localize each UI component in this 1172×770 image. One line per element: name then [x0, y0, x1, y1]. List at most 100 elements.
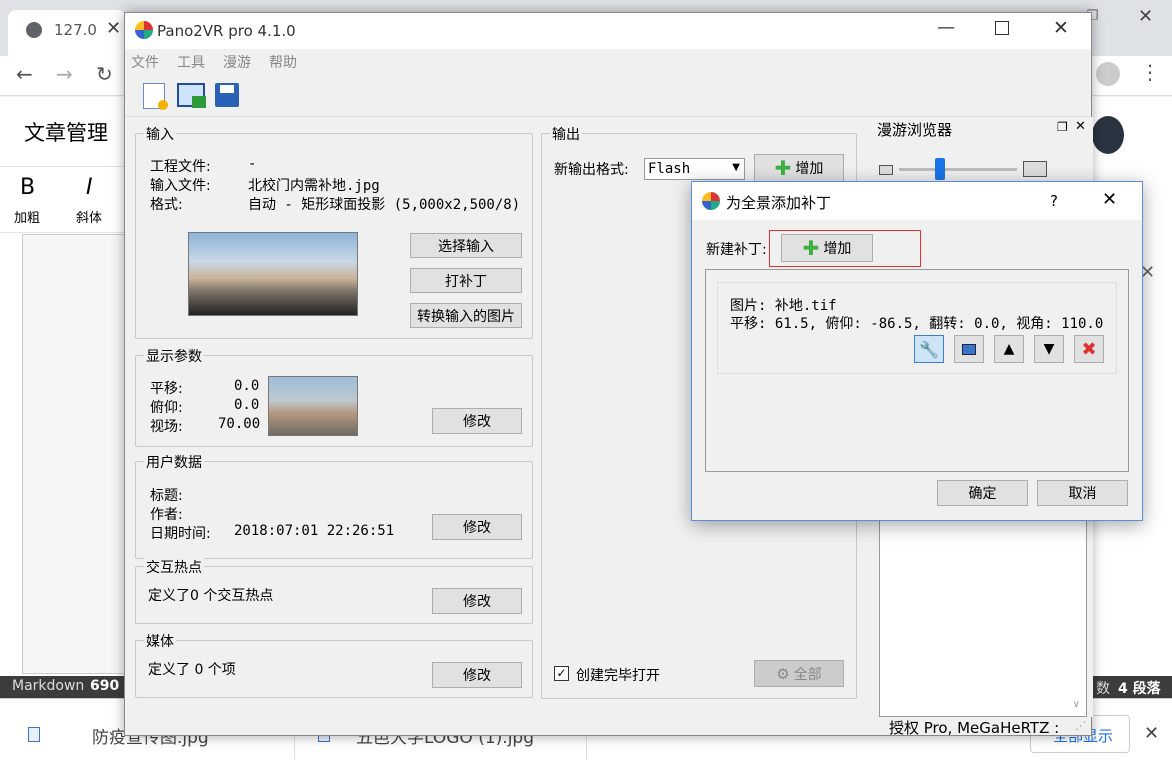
- user-date-label: 日期时间:: [150, 526, 211, 542]
- convert-input-button[interactable]: 转换输入的图片: [410, 303, 522, 328]
- chevron-up-icon: ▲: [1003, 341, 1015, 357]
- tilt-value: 0.0: [234, 397, 260, 413]
- dialog-add-label: 增加: [823, 241, 852, 257]
- patch-preview-button[interactable]: [954, 335, 984, 363]
- status-paragraphs: 4 段落: [1118, 681, 1161, 697]
- window-title: Pano2VR pro 4.1.0: [157, 22, 296, 40]
- dock-float-icon[interactable]: ❐: [1057, 120, 1068, 134]
- hotspot-text: 定义了0 个交互热点: [148, 588, 274, 604]
- patch-move-up-button[interactable]: ▲: [994, 335, 1024, 363]
- profile-icon[interactable]: [1096, 62, 1120, 86]
- new-patch-label: 新建补丁:: [706, 242, 767, 258]
- scroll-down-icon[interactable]: ∨: [1073, 699, 1080, 710]
- browser-close-icon[interactable]: ✕: [1138, 6, 1153, 27]
- zoom-slider-thumb[interactable]: [935, 158, 945, 180]
- select-input-label: 选择输入: [438, 238, 494, 255]
- bold-icon[interactable]: B: [20, 175, 35, 200]
- tab-close-icon[interactable]: ✕: [106, 18, 121, 39]
- minimize-icon[interactable]: —: [937, 17, 955, 38]
- format-select[interactable]: Flash ▼: [644, 158, 745, 180]
- format-value: 自动 - 矩形球面投影 (5,000x2,500/8): [248, 197, 521, 213]
- italic-icon[interactable]: I: [86, 175, 93, 200]
- zoom-in-icon[interactable]: [1023, 161, 1047, 177]
- new-project-icon[interactable]: [143, 83, 168, 110]
- output-all-button[interactable]: ⚙ 全部: [754, 660, 844, 687]
- user-date-value: 2018:07:01 22:26:51: [234, 523, 395, 539]
- patch-item[interactable]: 图片: 补地.tif 平移: 61.5, 俯仰: -86.5, 翻转: 0.0,…: [717, 282, 1117, 374]
- convert-input-label: 转换输入的图片: [417, 308, 515, 325]
- menu-bar: 文件 工具 漫游 帮助: [125, 49, 1091, 75]
- globe-icon: [26, 22, 42, 38]
- select-input-button[interactable]: 选择输入: [410, 233, 522, 258]
- delete-icon: ✖: [1081, 338, 1097, 360]
- menu-tour[interactable]: 漫游: [223, 52, 251, 72]
- fov-label: 视场:: [150, 419, 183, 435]
- view-thumbnail: [268, 376, 358, 436]
- new-format-label: 新输出格式:: [554, 162, 629, 178]
- more-icon[interactable]: ⋮: [1140, 60, 1160, 84]
- patch-move-down-button[interactable]: ▼: [1034, 335, 1064, 363]
- pan-value: 0.0: [234, 378, 260, 394]
- patch-edit-button[interactable]: 🔧: [914, 335, 944, 363]
- patch-label: 打补丁: [445, 273, 487, 290]
- format-select-value: Flash: [648, 161, 691, 177]
- dialog-ok-button[interactable]: 确定: [937, 480, 1028, 506]
- open-project-icon[interactable]: [177, 83, 206, 108]
- title-bar: Pano2VR pro 4.1.0 — ✕: [125, 13, 1091, 49]
- media-group: 媒体 定义了 0 个项 修改: [135, 631, 533, 698]
- hotspot-modify-button[interactable]: 修改: [432, 588, 522, 614]
- menu-tools[interactable]: 工具: [177, 52, 205, 72]
- close-icon[interactable]: ✕: [1053, 17, 1069, 39]
- wrench-icon: 🔧: [919, 339, 939, 359]
- menu-help[interactable]: 帮助: [269, 52, 297, 72]
- fov-value: 70.00: [218, 416, 261, 432]
- monitor-icon: [962, 343, 976, 355]
- app-icon: [135, 21, 153, 39]
- output-add-button[interactable]: ✚ 增加: [754, 154, 844, 182]
- status-count: 690: [90, 678, 120, 694]
- media-title: 媒体: [144, 631, 176, 651]
- maximize-icon[interactable]: [995, 21, 1009, 35]
- user-modify-button[interactable]: 修改: [432, 514, 522, 540]
- forward-icon[interactable]: →: [56, 62, 73, 86]
- menu-file[interactable]: 文件: [131, 52, 159, 72]
- download-bar-close-icon[interactable]: ✕: [1144, 723, 1159, 744]
- display-params-title: 显示参数: [144, 346, 204, 366]
- dialog-add-button[interactable]: ✚ 增加: [781, 234, 873, 262]
- chevron-down-icon: ▼: [1043, 341, 1055, 357]
- dialog-help-button[interactable]: ?: [1050, 192, 1058, 210]
- resize-grip-icon[interactable]: ⋰: [1075, 719, 1086, 732]
- output-add-label: 增加: [795, 161, 824, 177]
- plus-icon: ✚: [774, 156, 792, 180]
- back-icon[interactable]: ←: [16, 62, 33, 86]
- user-modify-label: 修改: [463, 520, 491, 536]
- status-word-label: 数: [1096, 681, 1110, 697]
- editor-preview-thumbnail: [22, 234, 126, 674]
- zoom-out-icon[interactable]: [879, 165, 893, 175]
- avatar[interactable]: [1092, 116, 1124, 154]
- zoom-slider-track[interactable]: [899, 168, 1017, 171]
- dialog-title-bar: 为全景添加补丁 ? ✕: [692, 182, 1142, 220]
- editor-back-title[interactable]: 文章管理: [24, 117, 134, 147]
- dialog-close-icon[interactable]: ✕: [1102, 189, 1117, 210]
- patch-delete-button[interactable]: ✖: [1074, 335, 1104, 363]
- save-project-icon[interactable]: [215, 83, 239, 107]
- display-modify-button[interactable]: 修改: [432, 408, 522, 434]
- output-all-label: 全部: [793, 666, 822, 683]
- hotspot-modify-label: 修改: [463, 594, 491, 610]
- gear-icon: ⚙: [776, 664, 790, 683]
- dialog-cancel-label: 取消: [1068, 486, 1097, 502]
- user-data-group: 用户数据 标题: 作者: 日期时间: 2018:07:01 22:26:51 修…: [135, 452, 533, 559]
- reload-icon[interactable]: ↻: [96, 62, 113, 86]
- user-author-label: 作者:: [150, 507, 183, 523]
- browser-tab[interactable]: 127.0 ✕: [8, 10, 126, 56]
- patch-button[interactable]: 打补丁: [410, 268, 522, 293]
- media-modify-button[interactable]: 修改: [432, 662, 522, 688]
- dock-close-icon[interactable]: ✕: [1075, 119, 1086, 134]
- open-after-checkbox[interactable]: ✓: [554, 666, 569, 681]
- format-label: 格式:: [150, 197, 183, 213]
- dock-title: 漫游浏览器: [877, 121, 953, 139]
- dialog-cancel-button[interactable]: 取消: [1037, 480, 1128, 506]
- display-modify-label: 修改: [463, 414, 491, 430]
- media-text: 定义了 0 个项: [148, 662, 236, 678]
